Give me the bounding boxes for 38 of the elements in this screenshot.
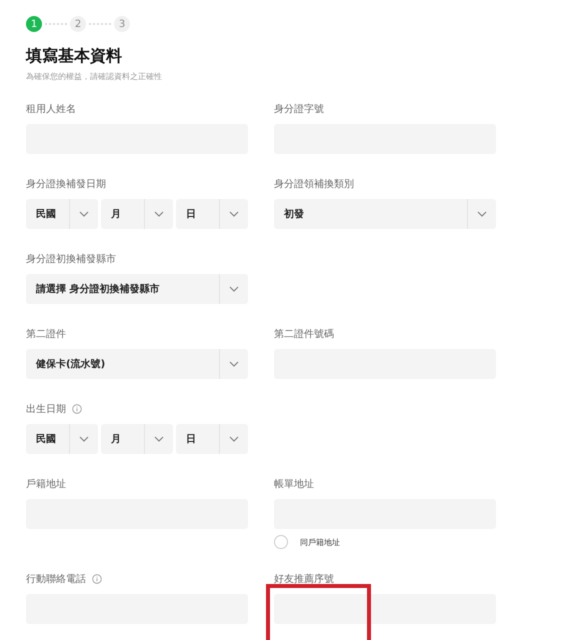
caret-icon [229,286,239,292]
step-indicator: 3 [114,16,130,32]
option-label: 同戶籍地址 [300,536,340,548]
input-field[interactable] [274,594,496,624]
caret-icon [477,211,487,217]
caret-icon [229,211,239,217]
field-label: 帳單地址 [274,478,314,491]
radio-button[interactable] [274,535,288,549]
field-label: 第二證件號碼 [274,328,334,341]
dropdown[interactable]: 初發 [274,199,496,229]
caret-icon [154,436,164,442]
page-subtitle: 為確保您的權益，請確認資料之正確性 [26,71,163,82]
date-dropdown[interactable]: 民國 [26,424,98,454]
field-label: 行動聯絡電話 [26,572,86,586]
field-label: 身分證領補換類別 [274,178,354,191]
field-label: 身分證換補發日期 [26,178,106,191]
field-label: 第二證件 [26,328,66,341]
field-label: 戶籍地址 [26,478,66,491]
step-indicator: 1 [26,16,42,32]
dropdown[interactable]: 請選擇 身分證初換補發縣市 [26,274,248,304]
field-label: 租用人姓名 [26,103,76,116]
caret-icon [229,361,239,367]
field-label: 身分證初換補發縣市 [26,252,116,266]
field-label: 身分證字號 [274,102,324,116]
caret-icon [79,436,89,442]
caret-icon [229,436,239,442]
caret-icon [79,211,89,217]
date-dropdown[interactable]: 月 [101,424,173,454]
field-label: 出生日期 [26,402,66,416]
caret-icon [154,211,164,217]
page-title: 填寫基本資料 [26,46,123,67]
dropdown[interactable]: 健保卡(流水號) [26,349,248,379]
date-dropdown[interactable]: 日 [176,424,248,454]
date-dropdown[interactable]: 月 [101,199,173,229]
field-label: 好友推薦序號 [274,572,334,586]
step-indicator: 2 [70,16,86,32]
date-dropdown[interactable]: 日 [176,199,248,229]
date-dropdown[interactable]: 民國 [26,199,98,229]
